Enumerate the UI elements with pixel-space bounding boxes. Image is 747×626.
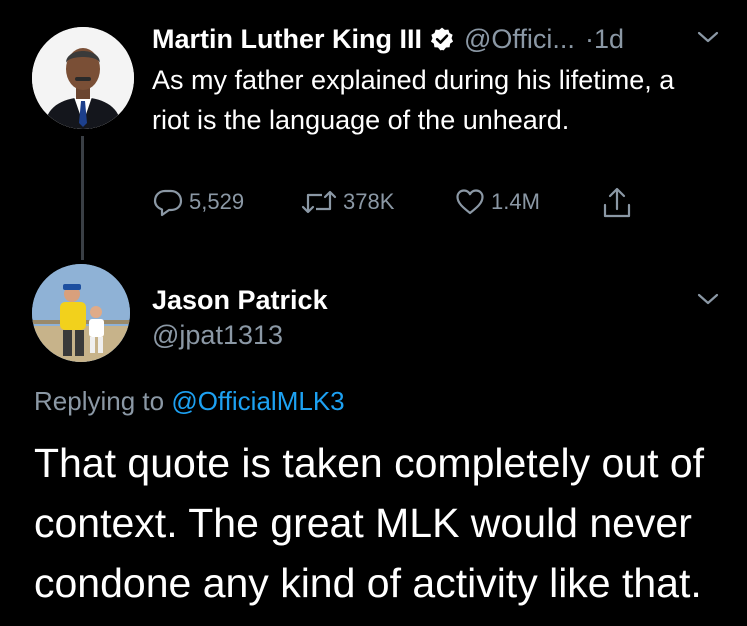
reply-bubble-icon [153,189,183,217]
avatar-photo [32,264,130,362]
share-icon [603,187,631,218]
author-name[interactable]: Martin Luther King III [152,22,422,56]
tweet-actions: 5,529 378K 1.4M [152,186,652,224]
retweet-icon [301,190,337,214]
replying-to-label: Replying to [34,386,165,416]
retweet-count: 378K [343,189,395,214]
avatar-photo [32,27,134,129]
heart-icon [456,189,484,215]
author-avatar[interactable] [32,264,130,362]
chevron-down-icon[interactable] [695,290,721,313]
meta-separator: · [584,24,594,54]
replying-to-link[interactable]: @OfficialMLK3 [171,386,344,416]
author-name[interactable]: Jason Patrick [152,283,328,317]
tweet-text: As my father explained during his lifeti… [152,65,675,135]
reply-button[interactable]: 5,529 [152,186,244,218]
tweet-text: That quote is taken completely out of co… [34,440,705,606]
retweet-button[interactable]: 378K [300,186,394,218]
replying-to-line: Replying to @OfficialMLK3 [34,384,345,418]
tweet-timestamp[interactable]: 1d [594,22,624,56]
tweet-header: Martin Luther King III @Offici... · 1d [152,22,624,56]
chevron-down-icon[interactable] [695,28,721,51]
verified-badge-icon [429,26,455,52]
author-handle[interactable]: @jpat1313 [152,318,283,352]
like-button[interactable]: 1.4M [454,186,540,218]
thread-connector-line [81,136,84,260]
share-button[interactable] [601,186,633,220]
author-handle[interactable]: @Offici... [464,22,575,56]
author-avatar[interactable] [32,27,134,129]
like-count: 1.4M [491,189,540,214]
reply-count: 5,529 [189,189,245,214]
